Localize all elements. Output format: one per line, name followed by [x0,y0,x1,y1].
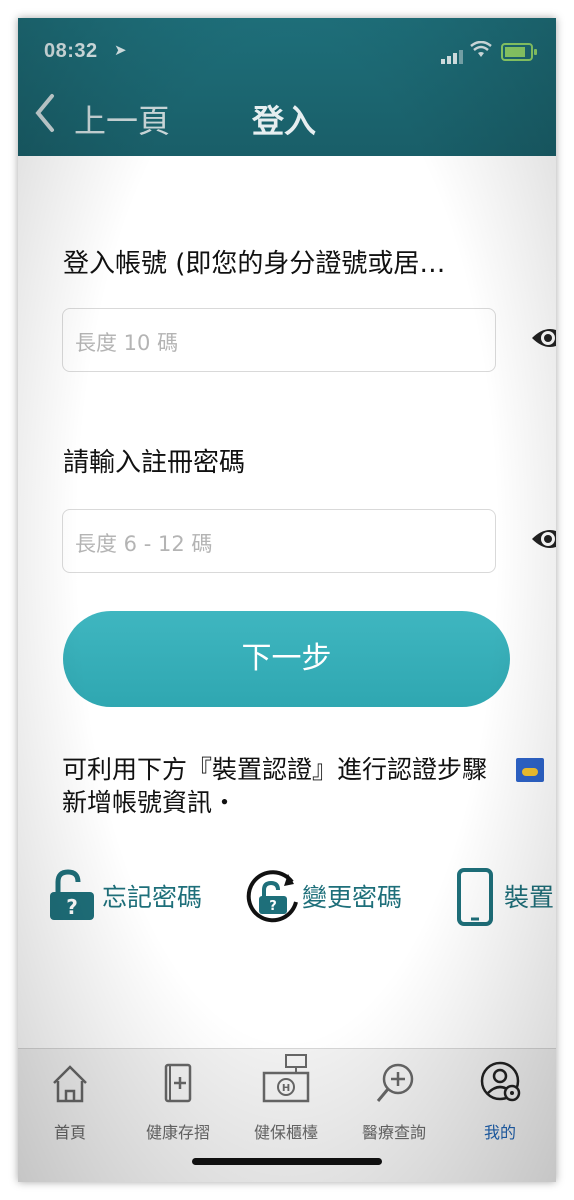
wifi-icon [470,40,492,64]
tab-counter-label: 健保櫃檯 [253,1123,318,1142]
forgot-password-label: 忘記密碼 [102,883,203,912]
home-indicator [192,1158,382,1165]
eye-icon[interactable] [530,324,556,352]
tab-mine[interactable]: 我的 [450,1059,550,1142]
tab-home-label: 首頁 [53,1123,86,1142]
eye-icon[interactable] [530,525,556,553]
device-cert-link[interactable]: 裝置 [456,868,556,928]
change-password-link[interactable]: ? 變更密碼 [244,868,434,928]
change-password-label: 變更密碼 [302,883,403,912]
notice-text: 可利用下方『裝置認證』進行認證步驟新增帳號資訊・ [62,755,488,817]
home-icon [53,1065,87,1103]
device-cert-label: 裝置 [504,883,555,912]
svg-text:?: ? [269,899,277,914]
counter-icon: H [262,1054,310,1103]
health-book-icon [164,1063,192,1103]
battery-charging-icon [501,43,537,61]
account-placeholder: 長度 10 碼 [75,331,179,355]
password-input[interactable]: 長度 6 - 12 碼 [62,509,496,573]
tab-health-book-label: 健康存摺 [145,1123,210,1142]
medical-search-icon [376,1063,414,1102]
svg-text:?: ? [66,895,78,919]
next-button[interactable]: 下一步 [63,611,510,707]
phone-icon [457,868,493,926]
password-label: 請輸入註冊密碼 [63,448,246,478]
cellular-signal-icon [441,45,465,64]
header-bar: 08:32 ➤ 上一頁 登入 [18,18,556,156]
back-button-label[interactable]: 上一頁 [74,96,170,142]
screen-vignette [18,18,556,1182]
account-input[interactable]: 長度 10 碼 [62,308,496,372]
tab-health-book[interactable]: 健康存摺 [128,1059,228,1142]
account-label: 登入帳號 (即您的身分證號或居… [63,249,446,279]
tab-home[interactable]: 首頁 [20,1059,120,1142]
unlock-question-icon: ? [50,869,94,920]
phone-screen: 08:32 ➤ 上一頁 登入 登入帳號 (即您的身分證號或居… 長度 10 碼 … [18,18,556,1182]
status-bar: 08:32 ➤ [18,18,556,80]
tab-mine-label: 我的 [483,1123,516,1142]
forgot-password-link[interactable]: ? 忘記密碼 [46,868,216,928]
page-title: 登入 [252,102,317,140]
tab-counter[interactable]: H 健保櫃檯 [236,1054,336,1142]
notice-box: 可利用下方『裝置認證』進行認證步驟新增帳號資訊・ [62,745,510,826]
profile-gear-icon [480,1061,521,1102]
status-time: 08:32 [44,40,98,62]
password-placeholder: 長度 6 - 12 碼 [75,532,213,556]
unlock-refresh-icon: ? [246,870,298,923]
tab-medical-search-label: 醫療查詢 [361,1123,426,1142]
tab-medical-search[interactable]: 醫療查詢 [344,1059,444,1142]
location-arrow-icon: ➤ [114,41,127,59]
back-chevron-icon[interactable] [32,92,58,143]
svg-text:H: H [282,1083,290,1094]
device-cert-icon [516,758,544,782]
